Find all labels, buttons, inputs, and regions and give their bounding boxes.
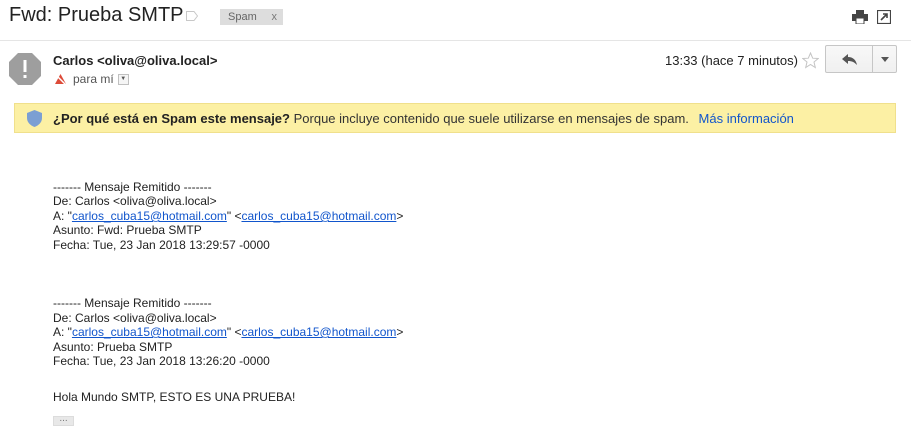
email-link[interactable]: carlos_cuba15@hotmail.com <box>241 209 396 223</box>
forward-to: A: "carlos_cuba15@hotmail.com" <carlos_c… <box>53 325 403 339</box>
forward-to-prefix: A: " <box>53 325 72 339</box>
spam-label-text: Spam <box>228 11 257 23</box>
forward-to-mid: " < <box>226 209 242 223</box>
message-timestamp: 13:33 (hace 7 minutos) <box>665 53 798 68</box>
message-text: Hola Mundo SMTP, ESTO ES UNA PRUEBA! <box>53 390 296 404</box>
email-link[interactable]: carlos_cuba15@hotmail.com <box>72 209 227 223</box>
spam-label-chip[interactable]: Spam x <box>220 9 283 25</box>
forward-to-prefix: A: " <box>53 209 72 223</box>
email-link[interactable]: carlos_cuba15@hotmail.com <box>241 325 396 339</box>
remove-label-button[interactable]: x <box>272 11 278 23</box>
important-marker-icon[interactable] <box>186 11 198 21</box>
reply-button[interactable] <box>825 45 873 73</box>
show-details-chevron-icon[interactable]: ▼ <box>117 73 129 85</box>
forward-date: Fecha: Tue, 23 Jan 2018 13:29:57 -0000 <box>53 238 270 252</box>
spam-warning-banner: ¿Por qué está en Spam este mensaje? Porq… <box>14 103 896 133</box>
dropdown-arrow-icon <box>880 56 889 62</box>
sender-name: Carlos <oliva@oliva.local> <box>53 53 218 68</box>
spam-warning-avatar-icon <box>9 53 41 85</box>
recipient-label: para mí <box>73 72 114 86</box>
forward-from: De: Carlos <oliva@oliva.local> <box>53 311 217 325</box>
more-actions-button[interactable] <box>872 45 897 73</box>
show-trimmed-content-button[interactable]: ... <box>53 414 74 426</box>
forward-separator: ------- Mensaje Remitido ------- <box>53 180 212 194</box>
print-icon[interactable] <box>852 10 868 24</box>
email-subject: Fwd: Prueba SMTP <box>9 4 184 26</box>
spam-warning-text: ¿Por qué está en Spam este mensaje? Porq… <box>53 111 794 126</box>
header-divider <box>0 40 911 41</box>
phishing-alert-icon <box>55 73 66 85</box>
star-icon[interactable] <box>802 52 819 69</box>
learn-more-link[interactable]: Más información <box>699 111 794 126</box>
forward-to: A: "carlos_cuba15@hotmail.com" <carlos_c… <box>53 209 403 223</box>
forward-separator: ------- Mensaje Remitido ------- <box>53 296 212 310</box>
forward-subject: Asunto: Fwd: Prueba SMTP <box>53 223 202 237</box>
spam-warning-explanation: Porque incluye contenido que suele utili… <box>293 111 689 126</box>
shield-icon <box>27 110 42 127</box>
forward-subject: Asunto: Prueba SMTP <box>53 340 173 354</box>
forward-from: De: Carlos <oliva@oliva.local> <box>53 194 217 208</box>
forward-to-mid: " < <box>226 325 242 339</box>
reply-arrow-icon <box>841 53 857 65</box>
forward-date: Fecha: Tue, 23 Jan 2018 13:26:20 -0000 <box>53 354 270 368</box>
forward-to-suffix: > <box>396 325 404 339</box>
forward-to-suffix: > <box>396 209 404 223</box>
recipient-row: para mí ▼ <box>55 72 129 86</box>
email-link[interactable]: carlos_cuba15@hotmail.com <box>72 325 227 339</box>
spam-warning-question: ¿Por qué está en Spam este mensaje? <box>53 111 290 126</box>
open-new-window-icon[interactable] <box>877 10 891 24</box>
